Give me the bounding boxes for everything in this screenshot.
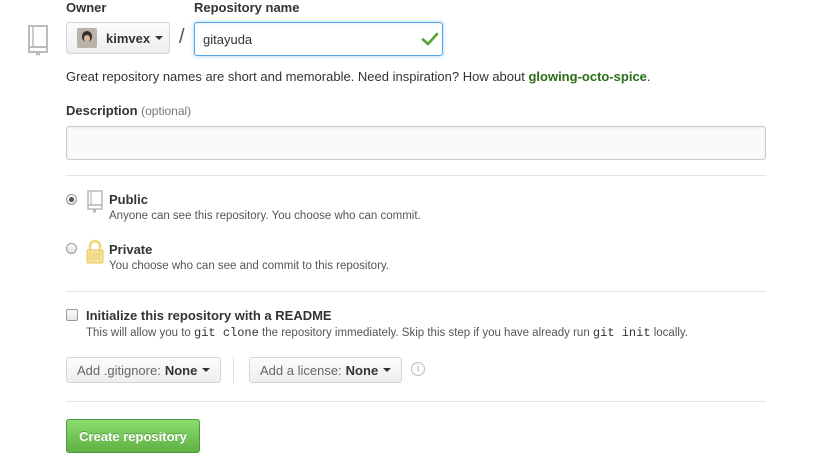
create-repository-button[interactable]: Create repository [66,419,200,453]
chevron-down-icon [383,368,392,372]
divider [233,357,234,383]
repo-book-icon [28,25,48,56]
readme-checkbox[interactable] [66,309,78,321]
lock-icon [86,239,104,264]
repo-name-label: Repository name [194,0,300,15]
divider [66,175,766,176]
owner-label: Owner [66,0,107,15]
private-radio[interactable] [66,243,77,254]
private-note: You choose who can see and commit to thi… [109,260,389,272]
optional-note: (optional) [141,104,192,118]
public-title: Public [109,192,149,207]
description-input[interactable] [66,126,766,160]
avatar [77,28,97,48]
divider [66,401,766,402]
readme-note: This will allow you to git clone the rep… [86,326,689,340]
chevron-down-icon [155,36,164,40]
chevron-down-icon [202,368,211,372]
description-label: Description (optional) [66,103,192,118]
public-note: Anyone can see this repository. You choo… [109,210,421,222]
gitignore-dropdown[interactable]: Add .gitignore: None [66,357,222,383]
readme-title: Initialize this repository with a README [86,308,332,323]
owner-dropdown-button[interactable]: kimvex [66,22,170,54]
public-radio[interactable] [66,194,77,205]
license-dropdown[interactable]: Add a license: None [249,357,403,383]
info-icon[interactable]: i [411,362,425,376]
repo-name-hint: Great repository names are short and mem… [66,69,651,84]
owner-username: kimvex [106,30,151,46]
divider [66,291,766,292]
owner-repo-separator: / [179,26,185,48]
check-icon [421,32,439,46]
name-suggestion-link[interactable]: glowing-octo-spice [528,69,646,84]
private-title: Private [109,242,153,257]
repo-name-input[interactable] [194,22,443,56]
repo-public-icon [87,190,103,213]
